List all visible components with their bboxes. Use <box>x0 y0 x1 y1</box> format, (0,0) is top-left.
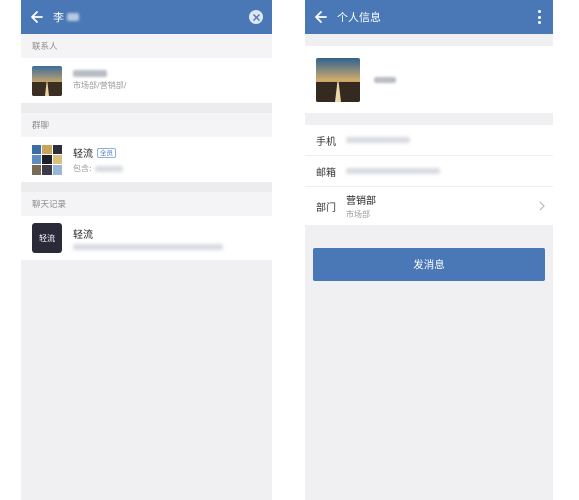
department-name: 营销部 <box>346 196 376 207</box>
department-label: 部门 <box>316 202 336 214</box>
email-label: 邮箱 <box>316 167 336 179</box>
clear-search-button[interactable] <box>249 10 263 24</box>
redacted-contact-name <box>73 70 107 77</box>
profile-info-list: 手机 邮箱 部门 营销部 市场部 <box>305 125 553 225</box>
arrow-left-icon <box>315 11 327 23</box>
redacted-query <box>67 13 79 21</box>
page-title: 个人信息 <box>337 11 381 24</box>
more-vertical-icon <box>537 10 541 13</box>
group-avatar-grid <box>32 144 62 175</box>
avatar[interactable] <box>316 57 360 102</box>
chat-record-row[interactable]: 轻流 轻流 <box>21 216 272 260</box>
search-query-text: 李 <box>53 11 64 24</box>
email-row[interactable]: 邮箱 <box>305 156 553 187</box>
contact-result-row[interactable]: 市场部/营销部/ <box>21 58 272 103</box>
department-row[interactable]: 部门 营销部 市场部 <box>305 187 553 225</box>
arrow-left-icon <box>31 11 43 23</box>
back-button[interactable] <box>305 0 337 34</box>
section-header-groups: 群聊 <box>21 113 272 137</box>
profile-screen: 个人信息 手机 邮箱 部门 营销部 市场部 发消息 <box>305 0 553 500</box>
redacted-email <box>346 168 440 174</box>
search-results-screen: 李 联系人 市场部/营销部/ 群聊 轻流 全员 包含: 聊天记录 轻流 轻流 <box>21 0 272 500</box>
phone-row[interactable]: 手机 <box>305 125 553 156</box>
redacted-chat-snippet <box>73 244 223 250</box>
section-divider <box>21 103 272 113</box>
profile-name <box>374 76 396 83</box>
send-message-button[interactable]: 发消息 <box>313 248 545 281</box>
redacted-profile-name <box>374 76 396 83</box>
chat-app-icon: 轻流 <box>32 223 62 253</box>
redacted-phone <box>346 137 410 143</box>
chat-name: 轻流 <box>73 230 93 241</box>
profile-header <box>305 46 553 113</box>
section-divider <box>21 182 272 192</box>
group-result-row[interactable]: 轻流 全员 包含: <box>21 137 272 182</box>
search-input[interactable]: 李 <box>53 9 79 25</box>
more-options-button[interactable] <box>535 8 543 26</box>
search-bar: 李 <box>21 0 272 34</box>
back-button[interactable] <box>21 0 53 34</box>
close-icon <box>252 13 260 21</box>
chevron-right-icon <box>539 201 545 211</box>
section-header-chat-records: 聊天记录 <box>21 192 272 216</box>
redacted-members <box>94 165 123 172</box>
profile-appbar: 个人信息 <box>305 0 553 34</box>
department-parent: 市场部 <box>346 210 370 219</box>
contact-department: 市场部/营销部/ <box>73 81 127 90</box>
phone-label: 手机 <box>316 136 336 148</box>
group-members-prefix: 包含: <box>73 164 92 173</box>
contact-avatar <box>32 65 62 96</box>
section-header-contacts: 联系人 <box>21 34 272 58</box>
group-name: 轻流 <box>73 149 93 160</box>
all-members-badge: 全员 <box>97 147 116 158</box>
